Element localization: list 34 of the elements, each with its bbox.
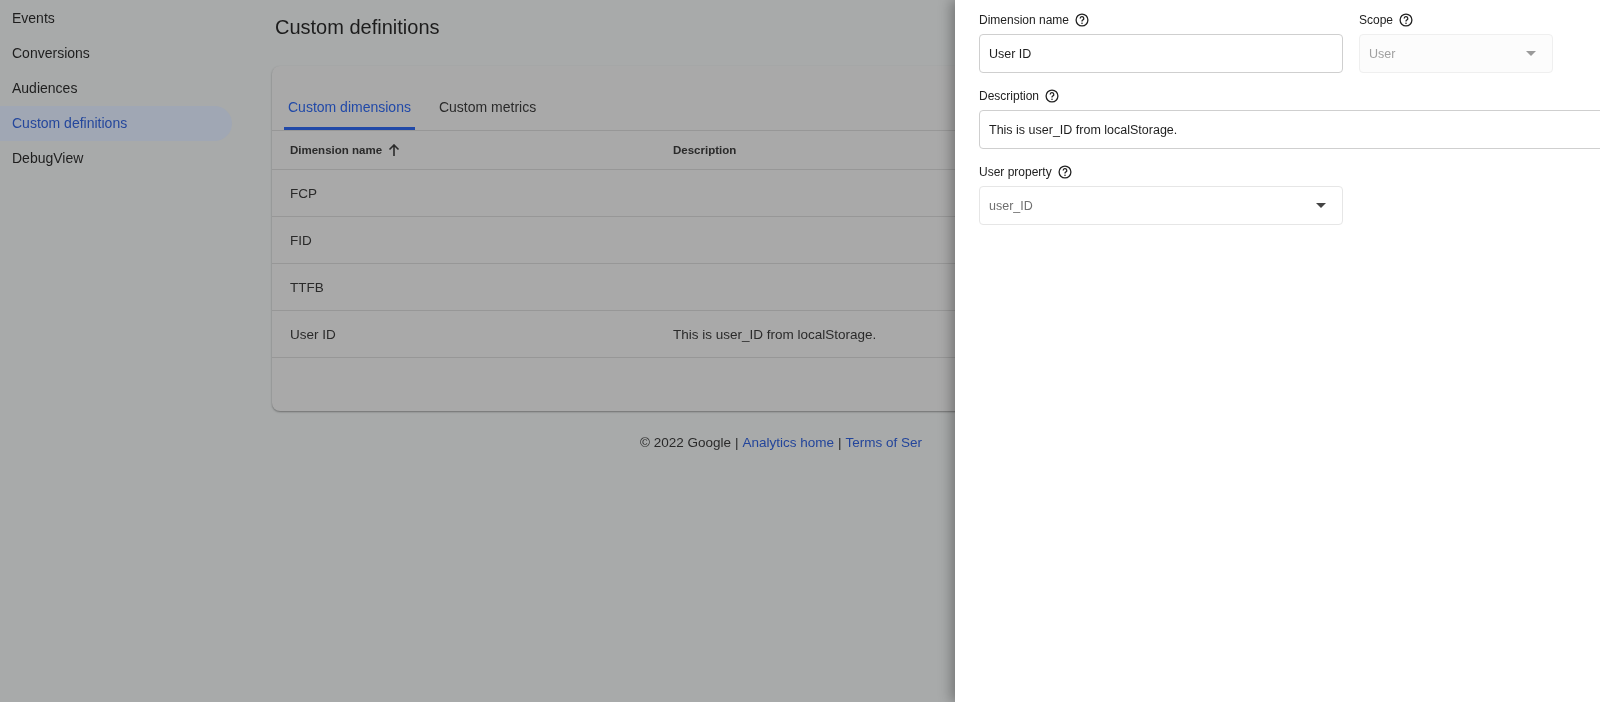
sidebar-item[interactable]: Custom definitions — [0, 106, 232, 141]
help-icon[interactable] — [1399, 13, 1414, 27]
field-label: User property — [979, 165, 1052, 179]
sidebar-item[interactable]: DebugView — [0, 141, 232, 176]
input-field[interactable]: User ID — [979, 34, 1343, 73]
table-cell: FCP — [290, 185, 317, 201]
table-cell: TTFB — [290, 279, 324, 295]
page-title: Custom definitions — [275, 16, 441, 40]
field-label: Dimension name — [979, 13, 1070, 27]
help-icon[interactable] — [1057, 165, 1072, 179]
help-icon[interactable] — [1075, 13, 1090, 27]
column-header[interactable]: Dimension name — [290, 144, 383, 156]
separator: | — [838, 435, 842, 450]
column-header[interactable]: Description — [673, 144, 737, 156]
caret-icon — [1526, 51, 1536, 56]
field-label: Description — [979, 89, 1040, 103]
table-cell: User ID — [290, 326, 336, 342]
copyright-text: © 2022 Google — [640, 435, 731, 450]
caret-icon — [1316, 203, 1326, 208]
input-field[interactable]: This is user_ID from localStorage. — [979, 110, 1600, 149]
tab[interactable]: Custom dimensions — [284, 96, 415, 130]
field-label: Scope — [1359, 13, 1394, 27]
sort-arrow-icon[interactable] — [388, 143, 401, 157]
footer-link[interactable]: Terms of Ser — [845, 435, 923, 450]
footer-link[interactable]: Analytics home — [742, 435, 835, 450]
sidebar-item[interactable]: Events — [0, 1, 232, 36]
tab[interactable]: Custom metrics — [438, 96, 537, 130]
sidebar-item[interactable]: Audiences — [0, 71, 232, 106]
sidebar-item[interactable]: Conversions — [0, 36, 232, 71]
help-icon[interactable] — [1045, 89, 1060, 103]
dropdown-field[interactable]: user_ID — [979, 186, 1343, 225]
table-cell: FID — [290, 232, 312, 248]
table-cell: This is user_ID from localStorage. — [673, 326, 877, 342]
separator: | — [735, 435, 739, 450]
